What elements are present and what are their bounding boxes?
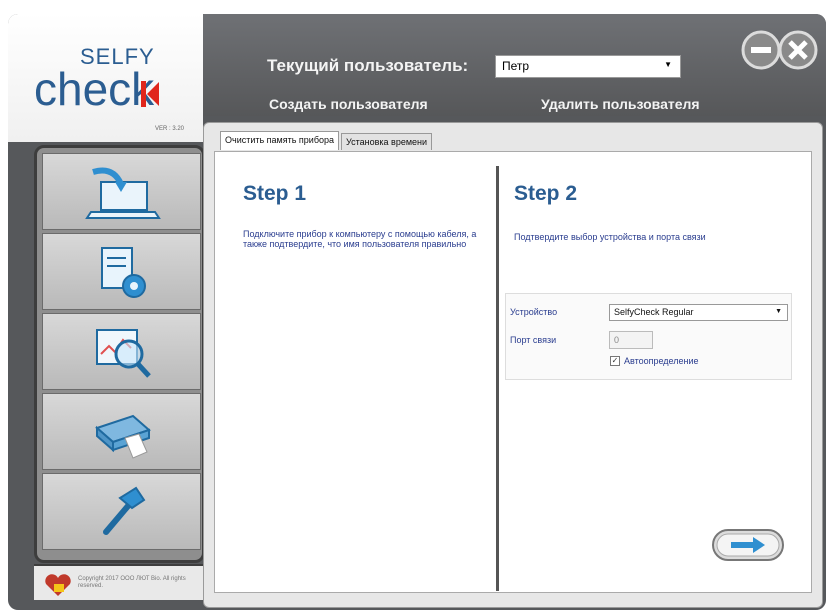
magnify-chart-icon: [95, 328, 151, 378]
nav-analysis-button[interactable]: [42, 313, 201, 390]
close-button[interactable]: [778, 30, 818, 70]
delete-user-link[interactable]: Удалить пользователя: [541, 96, 700, 112]
step1-description: Подключите прибор к компьютеру с помощью…: [243, 229, 477, 249]
heart-house-icon: [45, 574, 71, 596]
logo-mark-icon: [141, 81, 159, 107]
chevron-down-icon: ▼: [775, 308, 782, 315]
next-button[interactable]: [711, 528, 785, 562]
left-panel: SELFY check VER : 3.20 Copyright 2017 OO…: [8, 14, 205, 610]
nav-settings-button[interactable]: [42, 233, 201, 310]
tab-set-time[interactable]: Установка времени: [341, 133, 433, 150]
nav-tools-button[interactable]: [42, 473, 201, 550]
port-label: Порт связи: [510, 335, 557, 345]
auto-detect-checkbox[interactable]: ✓: [610, 356, 620, 366]
step1-title: Step 1: [243, 182, 307, 205]
logo-check-text: check: [34, 63, 155, 115]
footer-copyright-area: Copyright 2017 OOO ЛЮТ Bio. All rights r…: [34, 564, 205, 600]
minimize-button[interactable]: [741, 30, 781, 70]
logo-area: SELFY check VER : 3.20: [8, 14, 203, 142]
current-user-label: Текущий пользователь:: [267, 56, 469, 75]
create-user-link[interactable]: Создать пользователя: [269, 96, 428, 112]
nav-transfer-button[interactable]: [42, 153, 201, 230]
document-gear-icon: [100, 246, 146, 298]
device-label: Устройство: [510, 307, 558, 317]
hammer-icon: [102, 486, 145, 535]
device-settings-box: Устройство SelfyCheck Regular ▼ Порт свя…: [505, 293, 792, 380]
nav-frame: [34, 145, 205, 563]
device-select[interactable]: SelfyCheck Regular ▼: [609, 304, 788, 321]
device-select-value: SelfyCheck Regular: [614, 307, 694, 317]
step2-title: Step 2: [514, 182, 578, 205]
step2-description: Подтвердите выбор устройства и порта свя…: [514, 232, 706, 242]
tab-clear-memory[interactable]: Очистить память прибора: [220, 131, 340, 150]
header-bar: Текущий пользователь: Петр ▼ Создать пол…: [203, 14, 826, 116]
user-select-value: Петр: [502, 59, 530, 73]
step-divider: [496, 166, 499, 591]
nav-print-button[interactable]: [42, 393, 201, 470]
laptop-arrow-icon: [84, 167, 161, 219]
chevron-down-icon: ▼: [664, 60, 672, 69]
app-window: SELFY check VER : 3.20 Copyright 2017 OO…: [8, 14, 826, 610]
port-input[interactable]: 0: [609, 331, 653, 349]
tab-panel: Step 1 Подключите прибор к компьютеру с …: [214, 151, 812, 593]
content-frame: Очистить память прибора Установка времен…: [203, 122, 823, 608]
version-label: VER : 3.20: [155, 126, 185, 132]
user-select[interactable]: Петр ▼: [495, 55, 681, 78]
auto-detect-label: Автоопределение: [624, 356, 699, 366]
copyright-text: Copyright 2017 OOO ЛЮТ Bio. All rights r…: [78, 576, 186, 589]
printer-icon: [94, 414, 151, 459]
tab-bar: Очистить память прибора Установка времен…: [220, 131, 434, 151]
